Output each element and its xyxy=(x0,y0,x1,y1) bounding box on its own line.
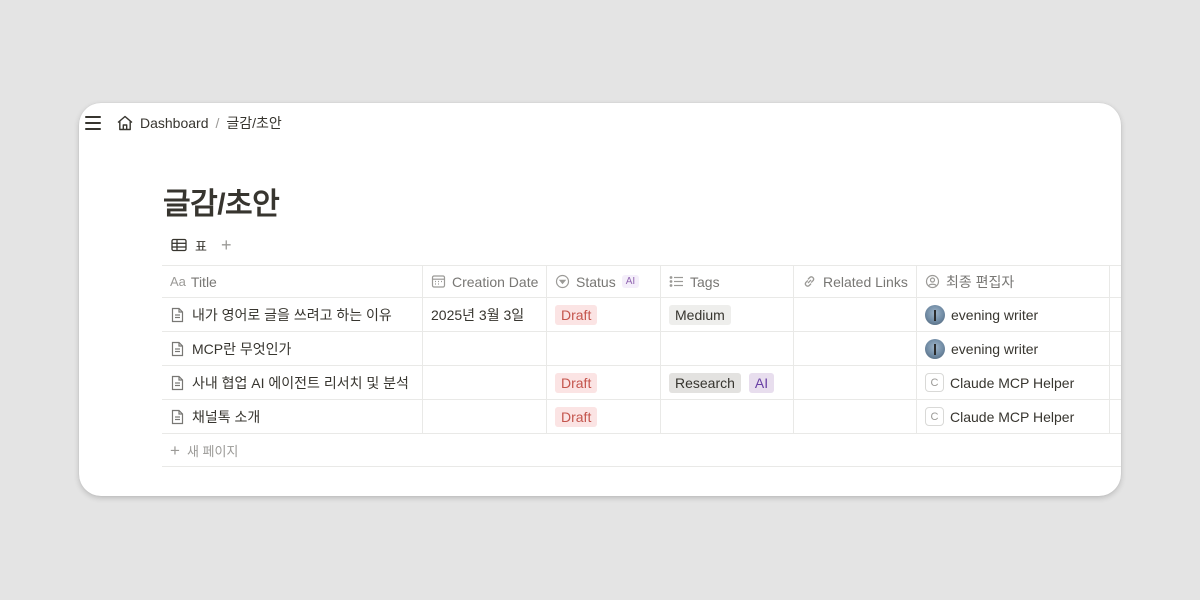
breadcrumb-dashboard[interactable]: Dashboard xyxy=(116,114,209,132)
column-header-extra xyxy=(1110,266,1121,297)
cell-date[interactable] xyxy=(423,332,547,365)
cell-status[interactable]: Draft xyxy=(547,400,661,433)
list-icon xyxy=(669,274,684,289)
cell-title[interactable]: 채널톡 소개 xyxy=(162,400,423,433)
breadcrumb-current[interactable]: 글감/초안 xyxy=(226,113,281,133)
tag-chip: AI xyxy=(748,372,775,393)
calendar-icon xyxy=(431,274,446,289)
column-header-status-label: Status xyxy=(576,273,616,290)
column-header-editor[interactable]: 최종 편집자 xyxy=(917,266,1110,297)
table-row[interactable]: 채널톡 소개 Draft C Claude MCP Helper xyxy=(162,400,1121,434)
table-row[interactable]: MCP란 무엇인가 evening writer xyxy=(162,332,1121,366)
cell-date[interactable] xyxy=(423,400,547,433)
breadcrumb: Dashboard / 글감/초안 xyxy=(116,113,282,133)
text-type-icon: Aa xyxy=(170,274,186,289)
cell-extra xyxy=(1110,332,1121,365)
column-header-date[interactable]: Creation Date xyxy=(423,266,547,297)
cell-tags[interactable] xyxy=(661,400,794,433)
cell-editor[interactable]: C Claude MCP Helper xyxy=(917,366,1110,399)
column-header-status[interactable]: Status AI xyxy=(547,266,661,297)
editor-name: evening writer xyxy=(951,306,1039,323)
cell-title[interactable]: MCP란 무엇인가 xyxy=(162,332,423,365)
avatar xyxy=(925,338,945,359)
cell-status[interactable]: Draft xyxy=(547,366,661,399)
breadcrumb-separator: / xyxy=(215,115,220,131)
column-header-title-label: Title xyxy=(190,273,217,290)
cell-links[interactable] xyxy=(794,332,917,365)
table-view-icon xyxy=(171,238,187,252)
status-badge: Draft xyxy=(555,406,598,427)
cell-editor[interactable]: C Claude MCP Helper xyxy=(917,400,1110,433)
row-title: 내가 영어로 글을 쓰려고 하는 이유 xyxy=(192,306,392,323)
cell-editor[interactable]: evening writer xyxy=(917,298,1110,331)
new-page-button[interactable]: + 새 페이지 xyxy=(162,434,1121,467)
page-icon xyxy=(170,307,185,323)
editor-name: Claude MCP Helper xyxy=(950,374,1075,391)
status-icon xyxy=(555,274,570,289)
column-header-tags-label: Tags xyxy=(690,273,720,290)
add-view-button[interactable]: + xyxy=(221,236,232,254)
cell-links[interactable] xyxy=(794,298,917,331)
cell-links[interactable] xyxy=(794,366,917,399)
table-row[interactable]: 내가 영어로 글을 쓰려고 하는 이유 2025년 3월 3일 Draft Me… xyxy=(162,298,1121,332)
status-badge: Draft xyxy=(555,304,598,325)
cell-tags[interactable]: Research AI xyxy=(661,366,794,399)
row-title: 채널톡 소개 xyxy=(192,408,261,425)
plus-icon: + xyxy=(170,440,180,460)
cell-title[interactable]: 사내 협업 AI 에이전트 리서치 및 분석 xyxy=(162,366,423,399)
cell-links[interactable] xyxy=(794,400,917,433)
page-icon xyxy=(170,341,185,357)
breadcrumb-dashboard-label: Dashboard xyxy=(140,115,209,131)
row-title: MCP란 무엇인가 xyxy=(192,340,292,357)
editor-name: evening writer xyxy=(951,340,1039,357)
cell-date[interactable] xyxy=(423,366,547,399)
cell-tags[interactable]: Medium xyxy=(661,298,794,331)
column-header-title[interactable]: Aa Title xyxy=(162,266,423,297)
hamburger-menu-icon[interactable] xyxy=(84,114,102,132)
avatar xyxy=(925,304,945,325)
view-tabs: 표 + xyxy=(171,235,231,255)
notion-window: Dashboard / 글감/초안 글감/초안 표 + Aa Title Cre… xyxy=(79,103,1121,496)
avatar: C xyxy=(925,373,944,392)
row-title: 사내 협업 AI 에이전트 리서치 및 분석 xyxy=(192,374,409,391)
page-icon xyxy=(170,409,185,425)
page-title: 글감/초안 xyxy=(163,188,280,221)
tag-chip: Medium xyxy=(669,304,731,325)
tag-chip: Research xyxy=(669,372,741,393)
new-page-label: 새 페이지 xyxy=(186,443,239,459)
cell-tags[interactable] xyxy=(661,332,794,365)
column-header-date-label: Creation Date xyxy=(452,273,539,290)
cell-status[interactable]: Draft xyxy=(547,298,661,331)
cell-extra xyxy=(1110,400,1121,433)
status-badge: Draft xyxy=(555,372,598,393)
link-icon xyxy=(802,274,817,289)
cell-title[interactable]: 내가 영어로 글을 쓰려고 하는 이유 xyxy=(162,298,423,331)
cell-status[interactable] xyxy=(547,332,661,365)
cell-date[interactable]: 2025년 3월 3일 xyxy=(423,298,547,331)
database-table: Aa Title Creation Date Status AI Tags Re… xyxy=(162,265,1121,467)
home-icon xyxy=(117,115,133,131)
page-icon xyxy=(170,375,185,391)
table-header: Aa Title Creation Date Status AI Tags Re… xyxy=(162,266,1121,298)
table-row[interactable]: 사내 협업 AI 에이전트 리서치 및 분석 Draft Research AI… xyxy=(162,366,1121,400)
column-header-links[interactable]: Related Links xyxy=(794,266,917,297)
tab-table-view-label: 표 xyxy=(195,238,207,254)
column-header-tags[interactable]: Tags xyxy=(661,266,794,297)
ai-badge: AI xyxy=(621,275,640,288)
person-icon xyxy=(925,274,940,289)
top-bar: Dashboard / 글감/초안 xyxy=(79,103,1121,143)
cell-extra xyxy=(1110,298,1121,331)
tab-table-view[interactable]: 표 xyxy=(171,236,207,255)
cell-editor[interactable]: evening writer xyxy=(917,332,1110,365)
cell-extra xyxy=(1110,366,1121,399)
column-header-editor-label: 최종 편집자 xyxy=(946,273,1015,290)
column-header-links-label: Related Links xyxy=(823,273,908,290)
editor-name: Claude MCP Helper xyxy=(950,408,1075,425)
avatar: C xyxy=(925,407,944,426)
